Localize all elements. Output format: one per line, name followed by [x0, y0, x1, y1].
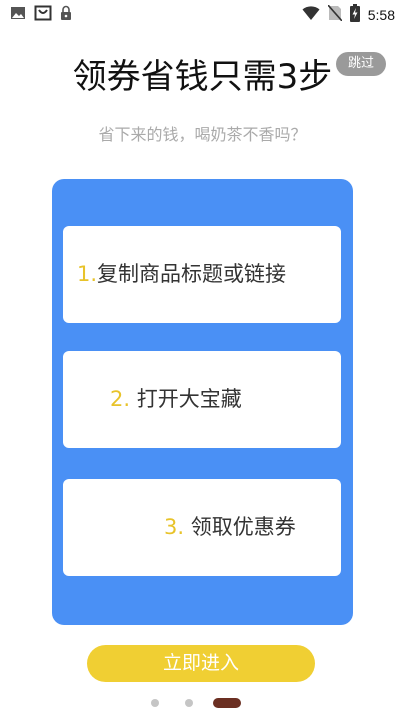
step-text: 3. 领取优惠券 [164, 479, 296, 576]
status-time: 5:58 [367, 7, 395, 23]
step-number: 2. [110, 387, 131, 411]
status-bar: 5:58 [0, 0, 405, 28]
status-left-icons [10, 5, 72, 25]
lock-icon [60, 5, 72, 25]
pager-dot-active[interactable] [213, 698, 241, 708]
step-text: 1.复制商品标题或链接 [77, 226, 286, 323]
step-label: 打开大宝藏 [136, 387, 242, 411]
page-subtitle: 省下来的钱，喝奶茶不香吗？ [98, 125, 307, 144]
step-text: 2. 打开大宝藏 [110, 351, 242, 448]
step-number: 3. [164, 515, 185, 539]
pager-dot-2[interactable] [185, 699, 193, 707]
step-card-1: 1.复制商品标题或链接 [63, 226, 341, 323]
enter-button[interactable]: 立即进入 [87, 645, 315, 682]
pager-dot-1[interactable] [151, 699, 159, 707]
battery-charging-icon [349, 4, 360, 26]
wifi-icon [302, 5, 320, 25]
step-card-2: 2. 打开大宝藏 [63, 351, 341, 448]
steps-panel: 1.复制商品标题或链接 2. 打开大宝藏 3. 领取优惠券 [52, 179, 353, 625]
step-card-3: 3. 领取优惠券 [63, 479, 341, 576]
image-icon [10, 5, 26, 25]
shopping-bag-icon [34, 5, 52, 25]
skip-button[interactable]: 跳过 [336, 52, 386, 76]
status-right-icons: 5:58 [302, 4, 395, 26]
step-label: 复制商品标题或链接 [97, 262, 287, 286]
step-label: 领取优惠券 [190, 515, 296, 539]
step-number: 1. [77, 262, 98, 286]
no-sim-icon [327, 4, 343, 25]
